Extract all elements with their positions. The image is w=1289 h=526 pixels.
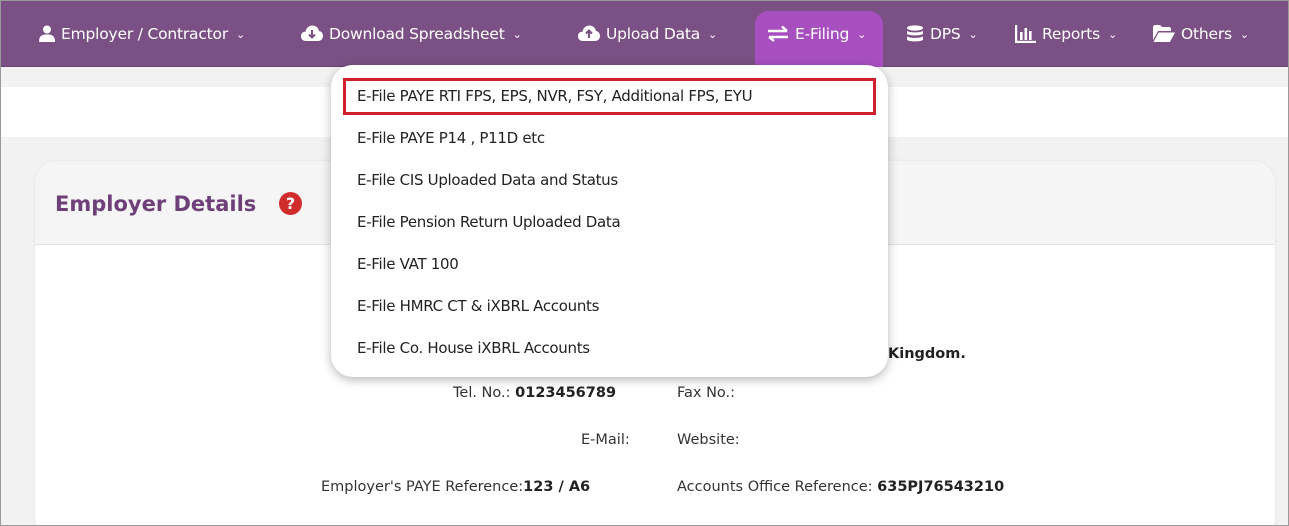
nav-download-spreadsheet[interactable]: Download Spreadsheet ⌄ xyxy=(301,15,522,67)
paye-value: 123 / A6 xyxy=(523,479,591,495)
address-line: Kingdom. xyxy=(888,346,966,362)
chevron-down-icon: ⌄ xyxy=(1239,28,1249,41)
menu-item-efile-cis[interactable]: E-File CIS Uploaded Data and Status xyxy=(357,171,618,189)
nav-reports[interactable]: Reports ⌄ xyxy=(1014,15,1117,67)
email-label: E-Mail: xyxy=(581,432,630,448)
nav-label: DPS xyxy=(930,25,961,43)
e-filing-dropdown-menu: E-File PAYE RTI FPS, EPS, NVR, FSY, Addi… xyxy=(331,65,888,377)
paye-label: Employer's PAYE Reference: xyxy=(321,479,524,495)
nav-label: Download Spreadsheet xyxy=(329,25,505,43)
folder-open-icon xyxy=(1153,25,1175,42)
paye-reference-field: Employer's PAYE Reference:123 / A6 xyxy=(321,479,590,495)
page-title: Employer Details xyxy=(55,192,257,216)
database-icon xyxy=(906,25,924,43)
nav-label: Others xyxy=(1181,25,1232,43)
chevron-down-icon: ⌄ xyxy=(968,28,978,41)
nav-label: Upload Data xyxy=(606,25,701,43)
tel-label: Tel. No.: xyxy=(453,385,511,401)
email-field: E-Mail: xyxy=(581,432,630,448)
nav-e-filing[interactable]: E-Filing ⌄ xyxy=(755,11,883,67)
nav-others[interactable]: Others ⌄ xyxy=(1153,15,1249,67)
tel-value: 0123456789 xyxy=(515,385,617,401)
menu-item-efile-co-house-ixbrl[interactable]: E-File Co. House iXBRL Accounts xyxy=(357,339,590,357)
website-label: Website: xyxy=(677,432,740,448)
top-navbar: Employer / Contractor ⌄ Download Spreads… xyxy=(1,1,1288,67)
chevron-down-icon: ⌄ xyxy=(236,28,246,41)
menu-item-efile-paye-p14-p11d[interactable]: E-File PAYE P14 , P11D etc xyxy=(357,129,545,147)
nav-dps[interactable]: DPS ⌄ xyxy=(906,15,978,67)
chevron-down-icon: ⌄ xyxy=(512,28,522,41)
help-icon[interactable]: ? xyxy=(279,192,302,215)
bar-chart-icon xyxy=(1014,25,1036,43)
fax-field: Fax No.: xyxy=(677,385,735,401)
menu-item-efile-paye-rti[interactable]: E-File PAYE RTI FPS, EPS, NVR, FSY, Addi… xyxy=(357,87,753,105)
nav-label: Reports xyxy=(1042,25,1101,43)
user-icon xyxy=(39,25,55,42)
exchange-icon xyxy=(767,25,789,42)
cloud-download-icon xyxy=(301,25,323,42)
accounts-office-reference-field: Accounts Office Reference: 635PJ76543210 xyxy=(677,479,1004,495)
nav-upload-data[interactable]: Upload Data ⌄ xyxy=(578,15,717,67)
menu-item-efile-vat100[interactable]: E-File VAT 100 xyxy=(357,255,459,273)
tel-field: Tel. No.: 0123456789 xyxy=(453,385,616,401)
app-window: Employer / Contractor ⌄ Download Spreads… xyxy=(0,0,1289,526)
nav-employer-contractor[interactable]: Employer / Contractor ⌄ xyxy=(39,15,245,67)
chevron-down-icon: ⌄ xyxy=(708,28,718,41)
address-value: Kingdom. xyxy=(888,346,966,362)
chevron-down-icon: ⌄ xyxy=(857,28,867,41)
website-field: Website: xyxy=(677,432,740,448)
menu-item-efile-pension-return[interactable]: E-File Pension Return Uploaded Data xyxy=(357,213,621,231)
nav-label: E-Filing xyxy=(795,25,850,43)
menu-item-efile-hmrc-ct-ixbrl[interactable]: E-File HMRC CT & iXBRL Accounts xyxy=(357,297,599,315)
chevron-down-icon: ⌄ xyxy=(1108,28,1118,41)
nav-label: Employer / Contractor xyxy=(61,25,229,43)
aor-label: Accounts Office Reference: xyxy=(677,479,873,495)
aor-value: 635PJ76543210 xyxy=(877,479,1005,495)
cloud-upload-icon xyxy=(578,25,600,42)
fax-label: Fax No.: xyxy=(677,385,736,401)
